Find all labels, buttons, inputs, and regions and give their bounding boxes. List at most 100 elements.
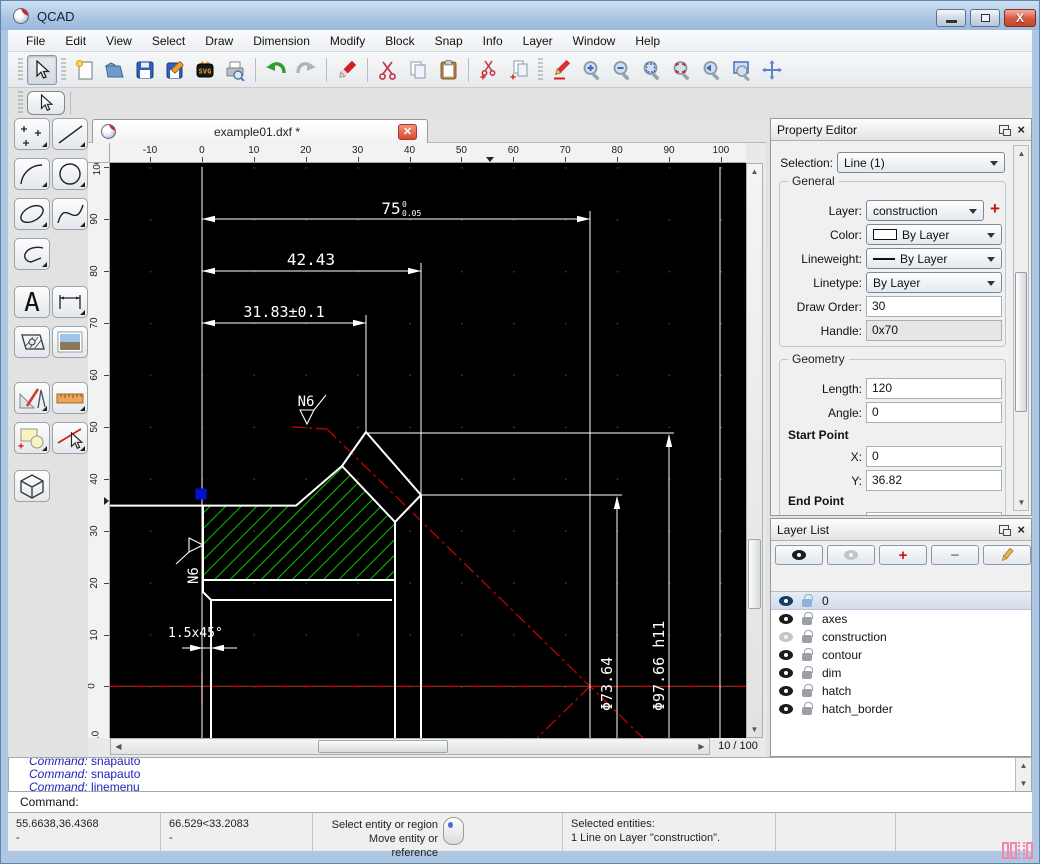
pan-button[interactable] <box>757 55 787 85</box>
selection-tool-button[interactable] <box>27 55 57 85</box>
menu-item-edit[interactable]: Edit <box>55 31 96 51</box>
draw-pencil-button[interactable] <box>547 55 577 85</box>
vertical-scrollbar[interactable]: ▲ ▼ <box>746 163 763 738</box>
layer-lock-icon[interactable] <box>802 671 812 679</box>
layer-lock-icon[interactable] <box>802 689 812 697</box>
previous-view-button[interactable] <box>697 55 727 85</box>
cut-button[interactable] <box>373 55 403 85</box>
menu-item-info[interactable]: Info <box>473 31 513 51</box>
angle-input[interactable]: 0 <box>866 402 1002 423</box>
layer-visibility-eye-icon[interactable] <box>779 704 793 714</box>
zoom-in-button[interactable] <box>577 55 607 85</box>
horizontal-scroll-thumb[interactable] <box>318 740 448 753</box>
zoom-out-button[interactable] <box>607 55 637 85</box>
redo-button[interactable] <box>291 55 321 85</box>
hatch-tool-button[interactable] <box>14 326 50 358</box>
document-tab-close-button[interactable]: ✕ <box>398 124 417 140</box>
svg-export-button[interactable]: SVG <box>190 55 220 85</box>
document-tab[interactable]: example01.dxf * ✕ <box>92 119 428 143</box>
vertical-scroll-thumb[interactable] <box>748 539 761 609</box>
layer-lock-icon[interactable] <box>802 635 812 643</box>
layer-visibility-eye-icon[interactable] <box>779 632 793 642</box>
linetype-combobox[interactable]: By Layer <box>866 272 1002 293</box>
property-editor-header[interactable]: Property Editor × <box>771 119 1031 141</box>
remove-layer-button[interactable]: − <box>931 545 979 565</box>
window-zoom-button[interactable] <box>727 55 757 85</box>
open-file-button[interactable] <box>100 55 130 85</box>
lineweight-combobox[interactable]: By Layer <box>866 248 1002 269</box>
scroll-left-arrow[interactable]: ◀ <box>111 739 126 754</box>
layer-row-hatch[interactable]: hatch <box>771 682 1031 700</box>
ellipse-tool-button[interactable] <box>14 198 50 230</box>
zoom-selection-button[interactable] <box>667 55 697 85</box>
circle-tool-button[interactable] <box>52 158 88 190</box>
add-layer-button[interactable]: + <box>879 545 927 565</box>
auto-zoom-button[interactable] <box>637 55 667 85</box>
spline-tool-button[interactable] <box>52 198 88 230</box>
selection-combobox[interactable]: Line (1) <box>837 152 1005 173</box>
layer-lock-icon[interactable] <box>802 707 812 715</box>
show-all-layers-button[interactable] <box>775 545 823 565</box>
menu-item-draw[interactable]: Draw <box>195 31 243 51</box>
arc-tool-button[interactable] <box>14 158 50 190</box>
layer-lock-icon[interactable] <box>802 617 812 625</box>
layer-combobox[interactable]: construction <box>866 200 984 221</box>
float-panel-icon[interactable] <box>999 525 1009 534</box>
text-tool-button[interactable]: A <box>14 286 50 318</box>
layer-row-0[interactable]: 0 <box>771 592 1031 610</box>
close-panel-icon[interactable]: × <box>1017 525 1025 535</box>
solid-tool-button[interactable] <box>14 470 50 502</box>
color-combobox[interactable]: By Layer <box>866 224 1002 245</box>
save-button[interactable] <box>130 55 160 85</box>
layer-row-axes[interactable]: axes <box>771 610 1031 628</box>
copy-with-reference-button[interactable]: + <box>504 55 534 85</box>
point-tool-button[interactable] <box>14 118 50 150</box>
scroll-right-arrow[interactable]: ▶ <box>694 739 709 754</box>
selection-reference-marker[interactable] <box>196 489 207 500</box>
scroll-down-arrow[interactable]: ▼ <box>747 722 762 737</box>
start-x-input[interactable]: 0 <box>866 446 1002 467</box>
measure-tool-button[interactable] <box>52 382 88 414</box>
cut-with-reference-button[interactable]: + <box>474 55 504 85</box>
add-layer-button[interactable]: + <box>990 200 1000 218</box>
menu-item-view[interactable]: View <box>96 31 142 51</box>
line-tool-button[interactable] <box>52 118 88 150</box>
end-x-input[interactable]: 120 <box>866 512 1002 515</box>
minimize-button[interactable] <box>936 9 966 27</box>
close-panel-icon[interactable]: × <box>1017 125 1025 135</box>
layer-list-header[interactable]: Layer List × <box>771 519 1031 541</box>
menu-item-modify[interactable]: Modify <box>320 31 375 51</box>
layer-visibility-eye-icon[interactable] <box>779 650 793 660</box>
print-preview-button[interactable] <box>220 55 250 85</box>
select-entity-tool-button[interactable] <box>52 422 88 454</box>
menu-item-file[interactable]: File <box>16 31 55 51</box>
delete-button[interactable] <box>332 55 362 85</box>
float-panel-icon[interactable] <box>999 125 1009 134</box>
layer-lock-icon[interactable] <box>802 653 812 661</box>
dimension-tool-button[interactable] <box>52 286 88 318</box>
scroll-up-arrow[interactable]: ▲ <box>747 164 762 179</box>
new-file-button[interactable] <box>70 55 100 85</box>
copy-button[interactable] <box>403 55 433 85</box>
drawing-canvas[interactable]: 75 0 0.05 42.43 31.83±0.1 1.5x45° Φ73.64… <box>110 163 746 738</box>
layer-visibility-eye-icon[interactable] <box>779 686 793 696</box>
paste-button[interactable] <box>433 55 463 85</box>
layer-lock-icon[interactable] <box>802 599 812 607</box>
property-scroll-thumb[interactable] <box>1015 272 1027 412</box>
length-input[interactable]: 120 <box>866 378 1002 399</box>
layer-visibility-eye-icon[interactable] <box>779 596 793 606</box>
menu-item-window[interactable]: Window <box>563 31 626 51</box>
layer-visibility-eye-icon[interactable] <box>779 668 793 678</box>
restore-button[interactable] <box>970 9 1000 27</box>
start-y-input[interactable]: 36.82 <box>866 470 1002 491</box>
menu-item-block[interactable]: Block <box>375 31 424 51</box>
polyline-tool-button[interactable] <box>14 238 50 270</box>
property-editor-scrollbar[interactable]: ▲ ▼ <box>1013 145 1029 511</box>
image-tool-button[interactable] <box>52 326 88 358</box>
layer-row-hatch_border[interactable]: hatch_border <box>771 700 1031 718</box>
misc-draw-tool-button[interactable] <box>14 382 50 414</box>
menu-item-select[interactable]: Select <box>142 31 195 51</box>
block-tool-button[interactable]: + <box>14 422 50 454</box>
menu-item-snap[interactable]: Snap <box>425 31 473 51</box>
command-history-scrollbar[interactable]: ▲ ▼ <box>1015 758 1031 791</box>
